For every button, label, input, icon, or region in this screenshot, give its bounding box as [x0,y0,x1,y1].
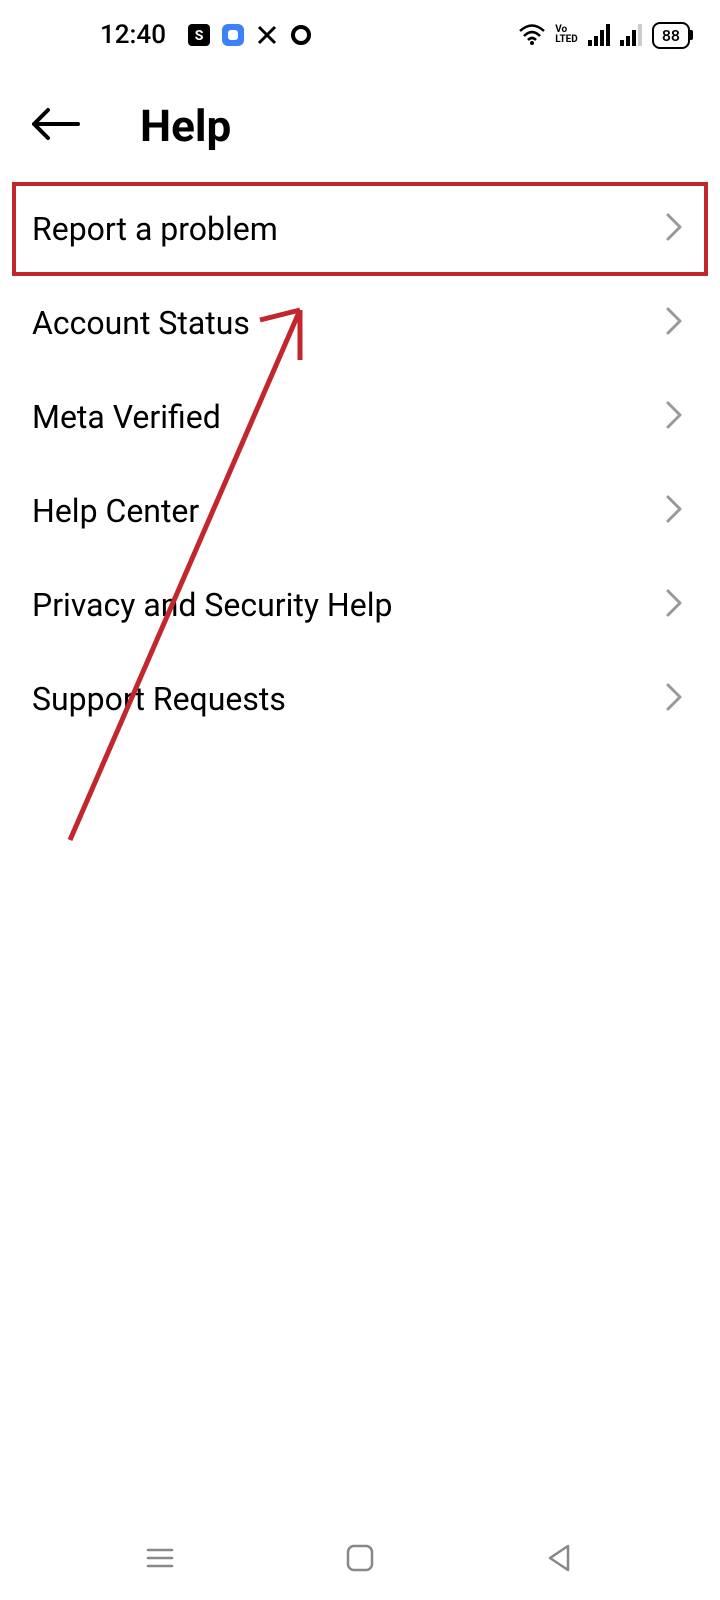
volte-indicator: VoLTED [555,25,578,45]
page-title: Help [140,100,231,152]
recent-apps-button[interactable] [142,1540,178,1580]
chevron-right-icon [664,681,684,717]
app-icon-square [222,24,244,46]
status-left: 12:40 S [100,20,312,50]
app-icon-x [256,24,278,46]
menu-item-report-problem[interactable]: Report a problem [12,182,708,276]
menu-item-label: Support Requests [32,680,286,718]
menu-item-label: Privacy and Security Help [32,586,392,624]
svg-text:S: S [195,28,204,44]
status-right: VoLTED 88 [519,22,690,49]
wifi-icon [519,24,545,46]
battery-indicator: 88 [652,22,690,49]
menu-item-privacy-security[interactable]: Privacy and Security Help [0,558,720,652]
signal-bars-1 [588,24,610,46]
menu-item-label: Meta Verified [32,398,221,436]
header: Help [0,70,720,172]
home-button[interactable] [342,1540,378,1580]
chevron-right-icon [664,493,684,529]
back-button[interactable] [542,1540,578,1580]
menu-item-label: Account Status [32,304,250,342]
menu-list: Report a problem Account Status Meta Ver… [0,172,720,756]
android-nav-bar [0,1520,720,1600]
chevron-right-icon [664,305,684,341]
chevron-right-icon [664,211,684,247]
signal-bars-2 [620,24,642,46]
status-bar: 12:40 S VoLTED 88 [0,0,720,70]
app-icon-s: S [188,24,210,46]
back-arrow-icon[interactable] [30,104,80,148]
menu-item-support-requests[interactable]: Support Requests [0,652,720,746]
status-time: 12:40 [100,20,166,50]
menu-item-meta-verified[interactable]: Meta Verified [0,370,720,464]
menu-item-label: Report a problem [32,210,278,248]
menu-item-account-status[interactable]: Account Status [0,276,720,370]
menu-item-label: Help Center [32,492,199,530]
app-icon-o [290,24,312,46]
chevron-right-icon [664,587,684,623]
chevron-right-icon [664,399,684,435]
menu-item-help-center[interactable]: Help Center [0,464,720,558]
